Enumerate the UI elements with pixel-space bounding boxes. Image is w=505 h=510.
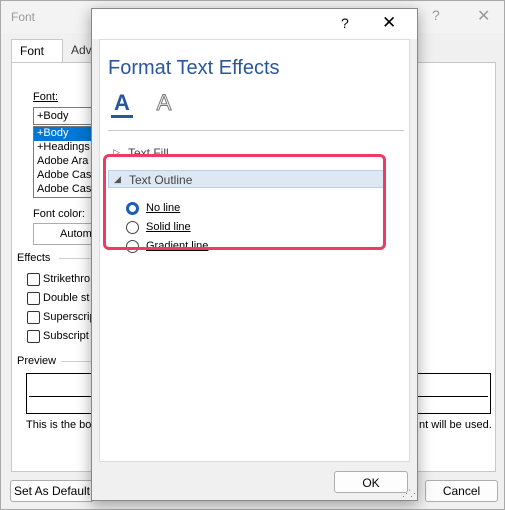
resize-grip-icon[interactable]: ⋰⋰ bbox=[402, 488, 419, 499]
text-fill-outline-icon[interactable]: A bbox=[111, 90, 133, 118]
format-text-effects-dialog: ? ✕ Format Text Effects A A ▷ Text Fill … bbox=[91, 8, 418, 501]
subscript-checkbox[interactable] bbox=[27, 330, 40, 343]
preview-description-left: This is the bo bbox=[26, 419, 92, 431]
superscript-checkbox[interactable] bbox=[27, 311, 40, 324]
font-name-input[interactable]: +Body bbox=[33, 107, 93, 125]
tab-font[interactable]: Font bbox=[11, 39, 63, 63]
font-dialog-close-button[interactable]: ✕ bbox=[477, 6, 490, 26]
double-strikethrough-label: Double st bbox=[43, 292, 90, 304]
font-color-dropdown[interactable]: Autom bbox=[33, 223, 93, 245]
strikethrough-checkbox[interactable] bbox=[27, 273, 40, 286]
strikethrough-label: Strikethro bbox=[43, 273, 91, 285]
list-item[interactable]: +Body bbox=[34, 127, 92, 141]
font-dialog-title: Font bbox=[11, 10, 36, 24]
preview-divider bbox=[61, 361, 95, 362]
font-color-label: Font color: bbox=[33, 208, 85, 220]
subscript-label: Subscript bbox=[43, 330, 89, 342]
close-button[interactable]: ✕ bbox=[382, 13, 396, 33]
font-label: Font: bbox=[33, 91, 58, 103]
list-item[interactable]: Adobe Cas bbox=[34, 183, 92, 197]
font-label-text: Font: bbox=[33, 91, 59, 103]
superscript-label: Superscrip bbox=[43, 311, 96, 323]
pane-title: Format Text Effects bbox=[108, 57, 280, 79]
preview-label: Preview bbox=[17, 355, 57, 367]
highlight-box bbox=[103, 154, 386, 250]
cancel-button[interactable]: Cancel bbox=[425, 480, 498, 502]
list-item[interactable]: Adobe Cas bbox=[34, 169, 92, 183]
help-button[interactable]: ? bbox=[341, 15, 349, 31]
set-as-default-button[interactable]: Set As Default bbox=[10, 480, 94, 502]
double-strikethrough-checkbox[interactable] bbox=[27, 292, 40, 305]
format-text-effects-titlebar: ? ✕ bbox=[92, 9, 417, 39]
format-pane: Format Text Effects A A ▷ Text Fill ◢ Te… bbox=[99, 39, 410, 462]
pane-tab-divider bbox=[108, 130, 404, 131]
list-item[interactable]: +Headings bbox=[34, 141, 92, 155]
font-dialog-help-button[interactable]: ? bbox=[432, 7, 440, 23]
preview-description-right: nt will be used. bbox=[419, 419, 492, 431]
effects-divider bbox=[59, 258, 95, 259]
list-item[interactable]: Adobe Ara bbox=[34, 155, 92, 169]
ok-button[interactable]: OK bbox=[334, 471, 408, 493]
effects-label: Effects bbox=[17, 252, 51, 264]
font-name-list[interactable]: +Body +Headings Adobe Ara Adobe Cas Adob… bbox=[33, 126, 93, 198]
text-effects-icon[interactable]: A bbox=[153, 90, 175, 118]
